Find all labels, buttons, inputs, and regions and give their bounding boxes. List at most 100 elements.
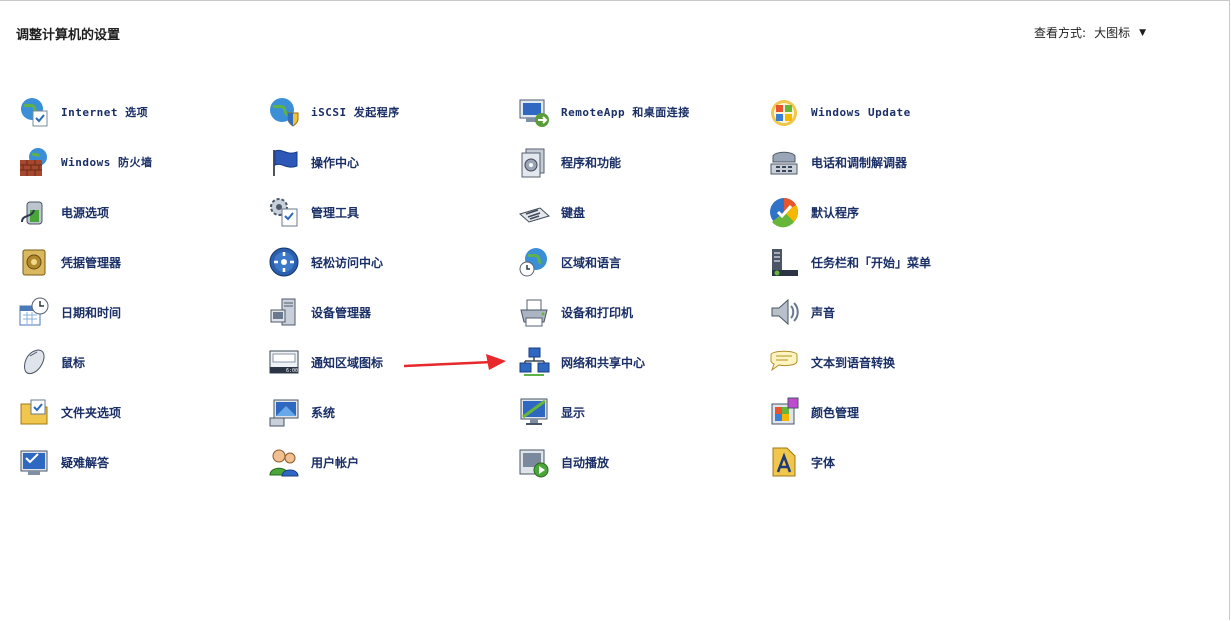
item-label[interactable]: 任务栏和「开始」菜单: [811, 254, 931, 271]
control-panel-item[interactable]: 声音: [768, 296, 835, 328]
programs-icon: [518, 146, 550, 178]
control-panel-item[interactable]: 管理工具: [268, 196, 359, 228]
control-panel-item[interactable]: 疑难解答: [18, 446, 109, 478]
control-panel-item[interactable]: 颜色管理: [768, 396, 859, 428]
view-by-dropdown[interactable]: 大图标: [1094, 24, 1130, 41]
chevron-down-icon[interactable]: ▼: [1139, 28, 1146, 38]
accessibility-icon: [268, 246, 300, 278]
control-panel-item[interactable]: 设备和打印机: [518, 296, 633, 328]
control-panel-item[interactable]: 系统: [268, 396, 335, 428]
speech-icon: [768, 346, 800, 378]
taskbar-icon: [768, 246, 800, 278]
item-label[interactable]: 颜色管理: [811, 404, 859, 421]
item-label[interactable]: 键盘: [561, 204, 585, 221]
control-panel-item[interactable]: iSCSI 发起程序: [268, 96, 400, 128]
item-label[interactable]: 疑难解答: [61, 454, 109, 471]
control-panel-item[interactable]: Windows 防火墙: [18, 146, 152, 178]
control-panel-item[interactable]: RemoteApp 和桌面连接: [518, 96, 690, 128]
speaker-icon: [768, 296, 800, 328]
item-label[interactable]: 轻松访问中心: [311, 254, 383, 271]
item-label[interactable]: 设备和打印机: [561, 304, 633, 321]
view-by-control: 查看方式: 大图标 ▼: [1034, 24, 1146, 41]
vault-icon: [18, 246, 50, 278]
control-panel-item[interactable]: 轻松访问中心: [268, 246, 383, 278]
item-label[interactable]: 文本到语音转换: [811, 354, 895, 371]
control-panel-item[interactable]: 凭据管理器: [18, 246, 121, 278]
item-label[interactable]: 字体: [811, 454, 835, 471]
control-panel-item[interactable]: 用户帐户: [268, 446, 359, 478]
mouse-icon: [18, 346, 50, 378]
control-panel-item[interactable]: 自动播放: [518, 446, 609, 478]
item-label[interactable]: 通知区域图标: [311, 354, 383, 371]
control-panel-item[interactable]: 字体: [768, 446, 835, 478]
item-label[interactable]: 声音: [811, 304, 835, 321]
control-panel-item[interactable]: 键盘: [518, 196, 585, 228]
printer-icon: [518, 296, 550, 328]
control-panel-item[interactable]: 默认程序: [768, 196, 859, 228]
autoplay-icon: [518, 446, 550, 478]
item-label[interactable]: 电话和调制解调器: [811, 154, 907, 171]
firewall-icon: [18, 146, 50, 178]
control-panel-item[interactable]: 电源选项: [18, 196, 109, 228]
troubleshooting-icon: [18, 446, 50, 478]
control-panel-item[interactable]: 网络和共享中心: [518, 346, 645, 378]
item-label[interactable]: 文件夹选项: [61, 404, 121, 421]
page-title: 调整计算机的设置: [16, 28, 121, 43]
flag-icon: [268, 146, 300, 178]
users-icon: [268, 446, 300, 478]
control-panel-item[interactable]: Internet 选项: [18, 96, 148, 128]
battery-icon: [18, 196, 50, 228]
control-panel-item[interactable]: 程序和功能: [518, 146, 621, 178]
item-label[interactable]: 凭据管理器: [61, 254, 121, 271]
item-label[interactable]: 鼠标: [61, 354, 85, 371]
item-label[interactable]: iSCSI 发起程序: [311, 104, 400, 120]
item-label[interactable]: 自动播放: [561, 454, 609, 471]
control-panel-item[interactable]: 任务栏和「开始」菜单: [768, 246, 931, 278]
control-panel-item[interactable]: Windows Update: [768, 96, 911, 128]
network-icon: [518, 346, 550, 378]
control-panel-item[interactable]: 显示: [518, 396, 585, 428]
item-label[interactable]: 设备管理器: [311, 304, 371, 321]
svg-text:6:00: 6:00: [286, 368, 298, 374]
phone-icon: [768, 146, 800, 178]
calendar-clock-icon: [18, 296, 50, 328]
item-label[interactable]: 电源选项: [61, 204, 109, 221]
system-icon: [268, 396, 300, 428]
control-panel-item[interactable]: 文件夹选项: [18, 396, 121, 428]
control-panel-item[interactable]: 6:00 通知区域图标: [268, 346, 383, 378]
control-panel-item[interactable]: 电话和调制解调器: [768, 146, 907, 178]
notification-area-icon: 6:00: [268, 346, 300, 378]
windows-update-icon: [768, 96, 800, 128]
control-panel-item[interactable]: 日期和时间: [18, 296, 121, 328]
fonts-icon: [768, 446, 800, 478]
item-label[interactable]: 网络和共享中心: [561, 354, 645, 371]
view-by-label: 查看方式:: [1034, 26, 1087, 40]
item-label[interactable]: 系统: [311, 404, 335, 421]
default-programs-icon: [768, 196, 800, 228]
item-label[interactable]: 默认程序: [811, 204, 859, 221]
item-label[interactable]: 管理工具: [311, 204, 359, 221]
globe-shield-icon: [268, 96, 300, 128]
control-panel-item[interactable]: 区域和语言: [518, 246, 621, 278]
control-panel-item[interactable]: 鼠标: [18, 346, 85, 378]
remote-desktop-icon: [518, 96, 550, 128]
item-label[interactable]: 用户帐户: [311, 454, 359, 471]
keyboard-icon: [518, 196, 550, 228]
annotation-arrow: [403, 354, 506, 370]
item-label[interactable]: 区域和语言: [561, 254, 621, 271]
item-label[interactable]: RemoteApp 和桌面连接: [561, 104, 690, 120]
control-panel-item[interactable]: 文本到语音转换: [768, 346, 895, 378]
admin-tools-icon: [268, 196, 300, 228]
item-label[interactable]: Windows 防火墙: [61, 154, 152, 170]
item-label[interactable]: 操作中心: [311, 154, 359, 171]
globe-check-icon: [18, 96, 50, 128]
item-label[interactable]: 日期和时间: [61, 304, 121, 321]
control-panel-item[interactable]: 设备管理器: [268, 296, 371, 328]
item-label[interactable]: Internet 选项: [61, 104, 148, 120]
item-label[interactable]: 显示: [561, 404, 585, 421]
item-label[interactable]: Windows Update: [811, 106, 911, 119]
globe-clock-icon: [518, 246, 550, 278]
device-manager-icon: [268, 296, 300, 328]
item-label[interactable]: 程序和功能: [561, 154, 621, 171]
control-panel-item[interactable]: 操作中心: [268, 146, 359, 178]
